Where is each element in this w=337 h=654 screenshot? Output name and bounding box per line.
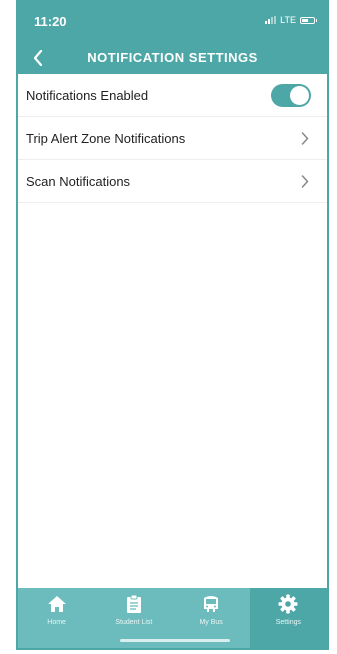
tab-label: Settings <box>275 619 302 626</box>
setting-trip-alert-zone-notifications[interactable]: Trip Alert Zone Notifications <box>18 117 327 160</box>
tab-bar: Home Student List My Bus Settings <box>18 588 327 648</box>
clipboard-icon <box>124 594 144 614</box>
signal-icon <box>265 16 277 24</box>
app-screen: 11:20 LTE NOTIFICATION SETTINGS Notifica… <box>16 0 329 650</box>
setting-label: Notifications Enabled <box>26 87 149 103</box>
settings-list: Notifications Enabled Trip Alert Zone No… <box>18 74 327 203</box>
setting-scan-notifications[interactable]: Scan Notifications <box>18 160 327 203</box>
home-icon <box>47 594 67 614</box>
tab-label: Home <box>47 619 66 626</box>
bus-icon <box>201 594 221 614</box>
gear-icon <box>278 594 298 614</box>
chevron-right-icon <box>299 131 311 145</box>
network-label: LTE <box>280 15 296 25</box>
tab-label: My Bus <box>199 619 223 626</box>
setting-label: Trip Alert Zone Notifications <box>26 130 186 146</box>
toggle-knob <box>290 85 309 105</box>
page-title: NOTIFICATION SETTINGS <box>87 50 258 65</box>
home-indicator[interactable] <box>120 639 230 642</box>
navigation-bar: NOTIFICATION SETTINGS <box>18 42 327 74</box>
status-time: 11:20 <box>34 14 67 29</box>
notifications-toggle[interactable] <box>271 83 311 107</box>
chevron-right-icon <box>299 174 311 188</box>
setting-notifications-enabled[interactable]: Notifications Enabled <box>18 74 327 117</box>
status-indicators: LTE <box>265 15 317 25</box>
setting-label: Scan Notifications <box>26 173 131 189</box>
status-bar: 11:20 LTE <box>18 0 327 42</box>
tab-label: Student List <box>115 619 153 626</box>
tab-home[interactable]: Home <box>18 588 95 648</box>
tab-settings[interactable]: Settings <box>249 588 327 648</box>
battery-icon <box>300 16 317 24</box>
